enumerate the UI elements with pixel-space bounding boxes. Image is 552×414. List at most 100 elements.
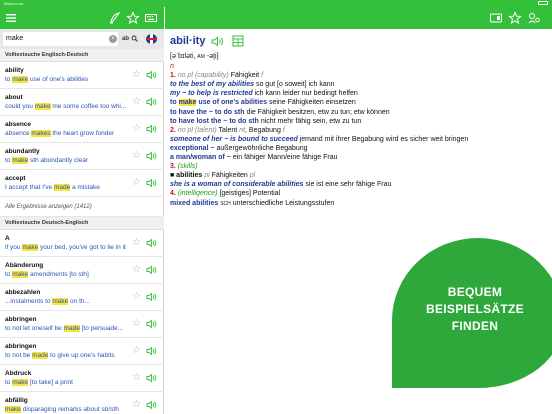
example-phrase[interactable]: to make use of one's abilities <box>170 99 267 107</box>
speaker-icon[interactable] <box>211 35 225 47</box>
sub-headword-line: ■ abilities pl Fähigkeiten pl <box>170 171 545 180</box>
favorite-star-icon[interactable]: ☆ <box>132 238 141 248</box>
example-phrase[interactable]: to have lost the ~ to do sth <box>170 118 259 125</box>
example-line: mixed abilities SCH unterschiedliche Lei… <box>170 199 545 209</box>
sense-1: 1. no pl (capability) Fähigkeit f <box>170 71 545 80</box>
favorite-star-icon[interactable]: ☆ <box>132 124 141 134</box>
speaker-icon[interactable] <box>146 373 158 383</box>
part-of-speech-line: n <box>170 62 545 71</box>
favorite-star-icon[interactable]: ☆ <box>132 373 141 383</box>
result-row[interactable]: absence absence makes the heart grow fond… <box>0 116 164 143</box>
result-row[interactable]: accept I accept that I've made a mistake ☆ <box>0 170 164 197</box>
pen-icon[interactable] <box>108 11 122 25</box>
show-all-results-link[interactable]: Alle Ergebnisse anzeigen (1412) <box>0 197 164 217</box>
example-line: to have the ~ to do sth die Fähigkeit be… <box>170 108 545 117</box>
example-text: sth abundantly clear <box>28 157 89 164</box>
entry-header: abil·ity <box>170 34 244 48</box>
pron-am-label: AM <box>197 54 205 60</box>
example-text: to give up one's habits <box>48 352 115 359</box>
result-row[interactable]: about could you make me some coffee too w… <box>0 89 164 116</box>
example-translation: ein fähiger Mann/eine fähige Frau <box>232 154 338 162</box>
search-match-highlight: make <box>5 406 21 413</box>
sense-number: 3. <box>170 163 176 171</box>
example-phrase[interactable]: mixed abilities <box>170 200 218 207</box>
example-line: to the best of my abilities so gut [o so… <box>170 80 545 89</box>
speaker-icon[interactable] <box>146 319 158 329</box>
example-phrase[interactable]: to have the ~ to do sth <box>170 109 244 116</box>
example-phrase[interactable]: someone of her ~ is bound to succeed <box>170 136 298 143</box>
result-row[interactable]: abundantly to make sth abundantly clear ☆ <box>0 143 164 170</box>
sense-3: 3. (skills) <box>170 162 545 171</box>
favorite-star-icon[interactable]: ☆ <box>132 151 141 161</box>
translation: Talent <box>218 126 238 134</box>
result-row[interactable]: abfällig make disparaging remarks about s… <box>0 392 164 414</box>
right-toolbar <box>165 7 552 29</box>
tablet-view-icon[interactable] <box>489 11 503 25</box>
speaker-icon[interactable] <box>146 265 158 275</box>
result-row[interactable]: Abdruck to make [to take] a print ☆ <box>0 365 164 392</box>
result-example: to make sth abundantly clear <box>5 156 133 166</box>
example-phrase[interactable]: she is a woman of considerable abilities <box>170 181 303 188</box>
search-match-highlight: make <box>12 157 29 164</box>
example-phrase[interactable]: a man/woman of ~ <box>170 154 231 161</box>
favorite-star-icon[interactable] <box>508 11 522 25</box>
result-row[interactable]: ability to make use of one's abilities ☆ <box>0 62 164 89</box>
result-example: to make use of one's abilities <box>5 75 133 85</box>
ab-search-mode-button[interactable]: ab <box>122 33 138 45</box>
keyboard-icon[interactable] <box>144 11 158 25</box>
star-icon[interactable] <box>126 11 140 25</box>
speaker-icon[interactable] <box>146 97 158 107</box>
example-line-highlighted: to make use of one's abilities seine Fäh… <box>170 98 545 107</box>
result-row[interactable]: abbringen to not be made to give up one's… <box>0 338 164 365</box>
speaker-icon[interactable] <box>146 400 158 410</box>
carrier-label: Telekom.de <box>3 1 24 6</box>
result-row[interactable]: abbringen to not let oneself be made [to … <box>0 311 164 338</box>
settings-icon[interactable] <box>527 11 541 25</box>
pronunciation-line: [əˈbɪləti, AM -ət̬i] <box>170 52 545 62</box>
left-toolbar <box>0 7 164 29</box>
translation: Fähigkeit <box>230 72 260 80</box>
example-phrase[interactable]: exceptional ~ <box>170 145 215 152</box>
example-translation: seine Fähigkeiten einsetzen <box>268 99 356 107</box>
result-row[interactable]: Aif you make your bed, you've got to lie… <box>0 230 164 257</box>
search-input[interactable]: make <box>3 32 118 46</box>
favorite-star-icon[interactable]: ☆ <box>132 400 141 410</box>
results-list: Volltextsuche Englisch-Deutsch ability to… <box>0 49 164 414</box>
search-match-highlight: make <box>34 103 51 110</box>
translation: [geistiges] Potential <box>219 190 281 198</box>
table-icon[interactable] <box>232 35 244 47</box>
speaker-icon[interactable] <box>146 124 158 134</box>
example-text: on th... <box>68 298 90 305</box>
speaker-icon[interactable] <box>146 346 158 356</box>
speaker-icon[interactable] <box>146 70 158 80</box>
result-row[interactable]: abbezahlen ...instalments to make on th..… <box>0 284 164 311</box>
favorite-star-icon[interactable]: ☆ <box>132 319 141 329</box>
example-line: someone of her ~ is bound to succeed jem… <box>170 135 545 144</box>
example-translation: die Fähigkeit besitzen, etw zu tun; etw … <box>246 108 390 116</box>
example-text: your bed, you've got to lie in it <box>38 244 126 251</box>
favorite-star-icon[interactable]: ☆ <box>132 292 141 302</box>
favorite-star-icon[interactable]: ☆ <box>132 178 141 188</box>
favorite-star-icon[interactable]: ☆ <box>132 265 141 275</box>
language-flag-icon[interactable] <box>146 34 157 44</box>
menu-icon[interactable] <box>4 11 18 25</box>
clear-search-icon[interactable]: × <box>109 35 117 43</box>
result-example: absence makes the heart grow fonder <box>5 129 133 139</box>
example-phrase[interactable]: to the best of my abilities <box>170 81 254 88</box>
search-match-highlight: make <box>52 298 69 305</box>
speaker-icon[interactable] <box>146 151 158 161</box>
speaker-icon[interactable] <box>146 238 158 248</box>
result-row[interactable]: Abänderung to make amendments [to sth] ☆ <box>0 257 164 284</box>
favorite-star-icon[interactable]: ☆ <box>132 346 141 356</box>
example-phrase[interactable]: my ~ to help is restricted <box>170 90 253 97</box>
promo-text: BEQUEM BEISPIELSÄTZE FINDEN <box>406 284 544 335</box>
speaker-icon[interactable] <box>146 178 158 188</box>
sense-4: 4. (intelligence) [geistiges] Potential <box>170 189 545 198</box>
favorite-star-icon[interactable]: ☆ <box>132 70 141 80</box>
favorite-star-icon[interactable]: ☆ <box>132 97 141 107</box>
section-header-de-en: Volltextsuche Deutsch-Englisch <box>0 217 164 230</box>
example-text: absence <box>5 130 32 137</box>
result-example: I accept that I've made a mistake <box>5 183 133 193</box>
example-text: me some coffee too whi... <box>50 103 127 110</box>
speaker-icon[interactable] <box>146 292 158 302</box>
